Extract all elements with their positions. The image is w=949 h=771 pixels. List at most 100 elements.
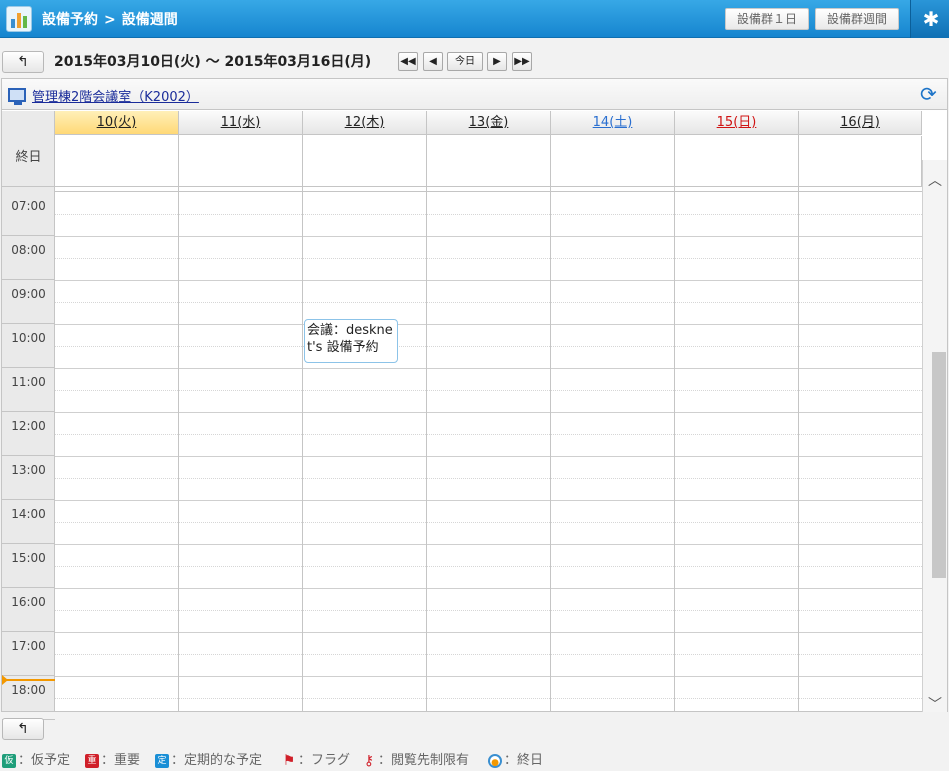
hour-gridline xyxy=(55,324,922,325)
day-column-divider xyxy=(426,111,427,711)
half-hour-gridline xyxy=(55,258,922,259)
day-column-divider xyxy=(302,111,303,711)
hour-label: 08:00 xyxy=(2,236,55,280)
legend-text: ：重要 xyxy=(101,753,141,768)
allday-cell[interactable] xyxy=(55,136,179,187)
allday-cell[interactable] xyxy=(799,136,922,187)
allday-cell[interactable] xyxy=(427,136,551,187)
day-header-link[interactable]: 11(水) xyxy=(221,115,261,130)
flag-icon: ⚑ xyxy=(282,752,296,769)
facility-bar: 管理棟2階会議室（K2002） ⟳ xyxy=(2,79,947,110)
facility-icon xyxy=(8,88,26,105)
legend-text: ：定期的な予定 xyxy=(171,753,263,768)
legend-text: ：仮予定 xyxy=(18,753,71,768)
legend-item: 定：定期的な予定 xyxy=(155,749,262,768)
hour-gridline xyxy=(55,456,922,457)
hour-label: 14:00 xyxy=(2,500,55,544)
breadcrumb-item-week: 設備週間 xyxy=(121,12,178,28)
half-hour-gridline xyxy=(55,566,922,567)
facility-name-link[interactable]: 管理棟2階会議室（K2002） xyxy=(32,86,199,105)
day-header-link[interactable]: 16(月) xyxy=(840,115,880,130)
hour-label: 11:00 xyxy=(2,368,55,412)
hour-label: 18:00 xyxy=(2,676,55,720)
legend-item: 重：重要 xyxy=(85,749,140,768)
day-header-link[interactable]: 13(金) xyxy=(469,115,509,130)
day-header[interactable]: 13(金) xyxy=(427,111,551,135)
breadcrumb: 設備予約 > 設備週間 xyxy=(42,9,184,29)
facility-group-day-button[interactable]: 設備群１日 xyxy=(725,8,809,30)
allday-separator xyxy=(55,187,922,192)
legend-badge-icon: 重 xyxy=(85,753,99,768)
day-header-link[interactable]: 10(火) xyxy=(97,115,137,130)
allday-label: 終日 xyxy=(2,136,55,187)
day-header[interactable]: 10(火) xyxy=(55,111,179,135)
allday-cell[interactable] xyxy=(303,136,427,187)
legend-item: ● ：終日 xyxy=(488,749,543,768)
day-header[interactable]: 14(土) xyxy=(551,111,675,135)
half-hour-gridline xyxy=(55,214,922,215)
day-header[interactable]: 16(月) xyxy=(799,111,922,135)
scrollbar-thumb[interactable] xyxy=(932,352,946,578)
right-arrow-icon: ▶ xyxy=(493,56,501,67)
today-button[interactable]: 今日 xyxy=(447,52,483,71)
scroll-down-icon[interactable]: ﹀ xyxy=(928,698,942,712)
hour-gridline xyxy=(55,544,922,545)
day-header[interactable]: 12(木) xyxy=(303,111,427,135)
hour-label: 12:00 xyxy=(2,412,55,456)
day-header[interactable]: 11(水) xyxy=(179,111,303,135)
event-item[interactable]: 会議：desknet's 設備予約 xyxy=(304,319,398,363)
legend-item: 仮：仮予定 xyxy=(2,749,70,768)
day-header-link[interactable]: 12(木) xyxy=(345,115,385,130)
back-button[interactable]: ↰ xyxy=(2,51,44,73)
hour-gridline xyxy=(55,500,922,501)
prev-day-button[interactable]: ◀ xyxy=(423,52,443,71)
day-header-link[interactable]: 15(日) xyxy=(717,115,757,130)
half-hour-gridline xyxy=(55,390,922,391)
breadcrumb-item-booking[interactable]: 設備予約 xyxy=(42,12,98,28)
facility-group-week-button[interactable]: 設備群週間 xyxy=(815,8,899,30)
date-range-label: 2015年03月10日(火) ～ 2015年03月16日(月) xyxy=(54,54,372,70)
day-header-link[interactable]: 14(土) xyxy=(593,115,633,130)
prev-week-button[interactable]: ◀◀ xyxy=(398,52,418,71)
hour-label: 17:00 xyxy=(2,632,55,676)
hour-gridline xyxy=(55,280,922,281)
legend-badge-icon: 仮 xyxy=(2,753,16,768)
allday-clock-icon: ● xyxy=(488,753,502,768)
half-hour-gridline xyxy=(55,698,922,699)
half-hour-gridline xyxy=(55,522,922,523)
days-area: 10(火) 11(水) 12(木) 13(金) 14(土) 15(日) 16(月) 会議：d… xyxy=(55,111,922,711)
half-hour-gridline xyxy=(55,302,922,303)
hour-gridline xyxy=(55,676,922,677)
legend-item: ⚷ ：閲覧先制限有 xyxy=(362,749,469,768)
breadcrumb-separator: > xyxy=(104,12,116,28)
allday-cell[interactable] xyxy=(179,136,303,187)
day-column-divider xyxy=(674,111,675,711)
hour-label: 15:00 xyxy=(2,544,55,588)
allday-cell[interactable] xyxy=(551,136,675,187)
next-day-button[interactable]: ▶ xyxy=(487,52,507,71)
half-hour-gridline xyxy=(55,478,922,479)
hour-gridline xyxy=(55,588,922,589)
day-column-divider xyxy=(798,111,799,711)
gear-icon: ✱ xyxy=(922,7,940,31)
day-header[interactable]: 15(日) xyxy=(675,111,799,135)
hour-label: 13:00 xyxy=(2,456,55,500)
hour-gridline xyxy=(55,412,922,413)
hour-gridline xyxy=(55,632,922,633)
hour-label: 07:00 xyxy=(2,192,55,236)
refresh-icon[interactable]: ⟳ xyxy=(920,83,937,105)
key-icon: ⚷ xyxy=(363,752,375,769)
hour-gridline xyxy=(55,368,922,369)
bottom-back-button[interactable]: ↰ xyxy=(2,718,44,740)
legend-text: ：閲覧先制限有 xyxy=(378,753,470,768)
legend-item: ⚑ ：フラグ xyxy=(282,749,350,768)
settings-button[interactable]: ✱ xyxy=(910,0,949,38)
vertical-scrollbar[interactable]: ︿ ﹀ xyxy=(922,160,947,712)
allday-cell[interactable] xyxy=(675,136,799,187)
scroll-up-icon[interactable]: ︿ xyxy=(928,174,942,188)
next-week-button[interactable]: ▶▶ xyxy=(512,52,532,71)
legend-badge-icon: 定 xyxy=(155,753,169,768)
left-arrow-icon: ◀ xyxy=(429,56,437,67)
hour-label: 10:00 xyxy=(2,324,55,368)
hour-label: 09:00 xyxy=(2,280,55,324)
